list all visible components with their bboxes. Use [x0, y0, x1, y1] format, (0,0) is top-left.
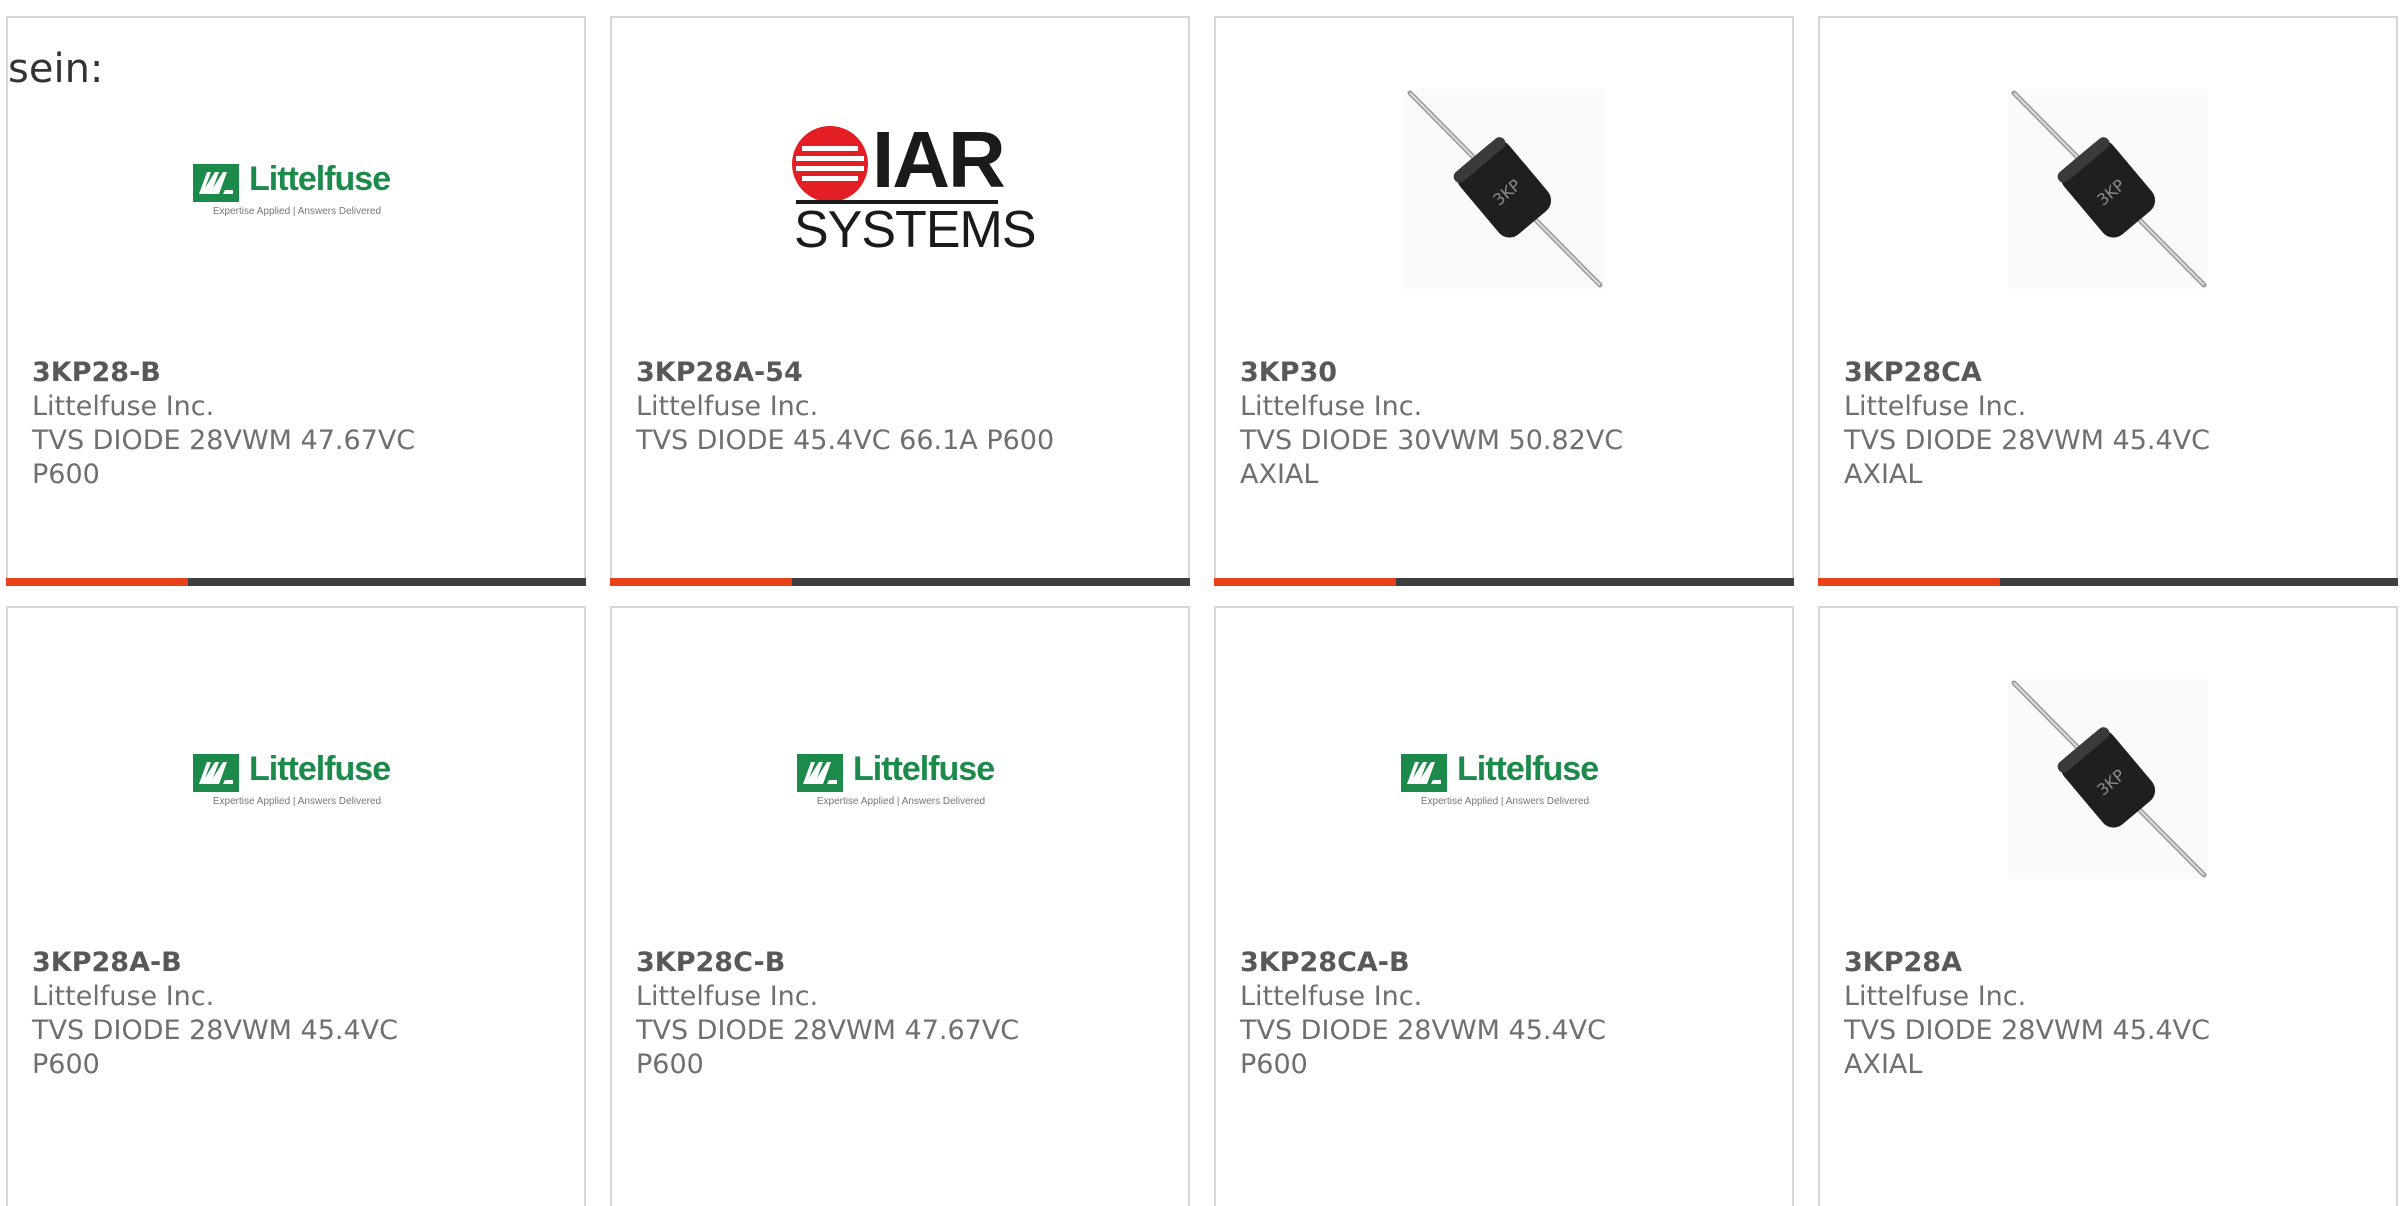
product-card-3kp28-b[interactable]: Littelfuse Expertise Applied | Answers D… [6, 16, 586, 586]
product-image[interactable]: IAR SYSTEMS [612, 74, 1188, 304]
littelfuse-logo: Littelfuse Expertise Applied | Answers D… [795, 744, 1005, 814]
product-image[interactable]: Littelfuse Expertise Applied | Answers D… [1216, 664, 1792, 894]
manufacturer: Littelfuse Inc. [32, 391, 215, 422]
card-accent-bar [1818, 578, 2398, 586]
product-card-3kp30[interactable]: 3KP 3KP30 Littelfuse Inc. TVS DIODE 30VW… [1214, 16, 1794, 586]
product-card-3kp28a-b[interactable]: Littelfuse Expertise Applied | Answers D… [6, 606, 586, 1206]
part-number[interactable]: 3KP28A-54 [636, 356, 1056, 390]
product-card-3kp28a-54[interactable]: IAR SYSTEMS 3KP28A-54 Littelfuse Inc. TV… [610, 16, 1190, 586]
part-number[interactable]: 3KP28A [1844, 946, 2264, 980]
product-image[interactable]: 3KP [1820, 664, 2396, 894]
manufacturer: Littelfuse Inc. [636, 391, 819, 422]
part-number[interactable]: 3KP28CA [1844, 356, 2264, 390]
littelfuse-logo: Littelfuse Expertise Applied | Answers D… [191, 154, 401, 224]
product-card-3kp28ca-b[interactable]: Littelfuse Expertise Applied | Answers D… [1214, 606, 1794, 1206]
part-number[interactable]: 3KP28A-B [32, 946, 452, 980]
product-image[interactable]: Littelfuse Expertise Applied | Answers D… [8, 74, 584, 304]
manufacturer: Littelfuse Inc. [636, 981, 819, 1012]
product-image[interactable]: Littelfuse Expertise Applied | Answers D… [612, 664, 1188, 894]
axial-diode-photo: 3KP [2008, 679, 2208, 879]
description: TVS DIODE 45.4VC 66.1A P600 [636, 425, 1055, 456]
description: TVS DIODE 28VWM 45.4VC P600 [32, 1015, 398, 1080]
description: TVS DIODE 28VWM 45.4VC AXIAL [1844, 425, 2210, 490]
part-number[interactable]: 3KP28-B [32, 356, 452, 390]
description: TVS DIODE 28VWM 45.4VC P600 [1240, 1015, 1606, 1080]
manufacturer: Littelfuse Inc. [32, 981, 215, 1012]
part-number[interactable]: 3KP28CA-B [1240, 946, 1660, 980]
product-card-3kp28a[interactable]: 3KP 3KP28A Littelfuse Inc. TVS DIODE 28V… [1818, 606, 2398, 1206]
part-number[interactable]: 3KP30 [1240, 356, 1660, 390]
axial-diode-photo: 3KP [2008, 89, 2208, 289]
description: TVS DIODE 28VWM 47.67VC P600 [32, 425, 416, 490]
manufacturer: Littelfuse Inc. [1240, 391, 1423, 422]
description: TVS DIODE 30VWM 50.82VC AXIAL [1240, 425, 1624, 490]
iar-systems-logo: IAR SYSTEMS [792, 115, 1036, 259]
description: TVS DIODE 28VWM 45.4VC AXIAL [1844, 1015, 2210, 1080]
description: TVS DIODE 28VWM 47.67VC P600 [636, 1015, 1020, 1080]
card-accent-bar [6, 578, 586, 586]
product-image[interactable]: 3KP [1216, 74, 1792, 304]
axial-diode-photo: 3KP [1404, 89, 1604, 289]
product-card-3kp28ca[interactable]: 3KP 3KP28CA Littelfuse Inc. TVS DIODE 28… [1818, 16, 2398, 586]
manufacturer: Littelfuse Inc. [1844, 391, 2027, 422]
product-image[interactable]: Littelfuse Expertise Applied | Answers D… [8, 664, 584, 894]
card-accent-bar [1214, 578, 1794, 586]
part-number[interactable]: 3KP28C-B [636, 946, 1056, 980]
manufacturer: Littelfuse Inc. [1844, 981, 2027, 1012]
manufacturer: Littelfuse Inc. [1240, 981, 1423, 1012]
intro-text: sein: [8, 46, 104, 92]
littelfuse-logo: Littelfuse Expertise Applied | Answers D… [191, 744, 401, 814]
littelfuse-logo: Littelfuse Expertise Applied | Answers D… [1399, 744, 1609, 814]
product-image[interactable]: 3KP [1820, 74, 2396, 304]
card-accent-bar [610, 578, 1190, 586]
product-card-3kp28c-b[interactable]: Littelfuse Expertise Applied | Answers D… [610, 606, 1190, 1206]
